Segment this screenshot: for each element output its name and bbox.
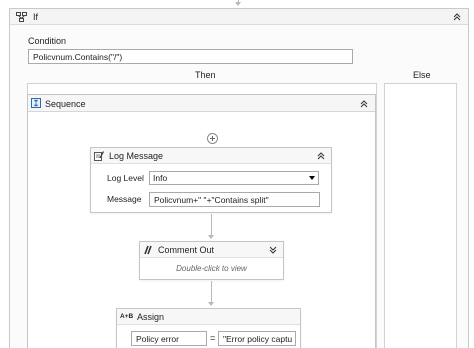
top-connector-arrow <box>235 2 241 6</box>
assign-equals-sign: = <box>210 333 216 343</box>
sequence-activity[interactable]: Sequence Log Message Log Level Info Mess… <box>27 94 376 348</box>
connector-line <box>211 281 212 303</box>
connector-arrow <box>208 302 214 306</box>
message-input[interactable]: Policvnum+" "+"Contains split" <box>149 192 320 207</box>
chevron-down-icon <box>309 176 315 180</box>
collapse-chevrons-up-icon[interactable] <box>359 99 369 109</box>
log-message-activity[interactable]: Log Message Log Level Info Message Polic… <box>90 147 332 213</box>
assign-activity[interactable]: A+B Assign Policy error = "Error policy … <box>116 308 301 348</box>
comment-out-title: Comment Out <box>158 245 215 255</box>
log-message-icon <box>94 151 104 161</box>
log-message-title: Log Message <box>109 151 164 161</box>
comment-out-icon <box>144 245 152 255</box>
sequence-header[interactable]: Sequence <box>28 95 375 112</box>
log-message-header[interactable]: Log Message <box>91 148 331 164</box>
sequence-icon <box>31 98 41 108</box>
then-label: Then <box>195 70 216 80</box>
assign-header[interactable]: A+B Assign <box>117 309 300 325</box>
if-branch-icon <box>16 12 27 22</box>
assign-to-input[interactable]: Policy error <box>131 331 207 346</box>
comment-out-hint: Double-click to view <box>176 264 247 273</box>
else-branch-drop-area[interactable] <box>384 83 457 348</box>
comment-out-activity[interactable]: Comment Out Double-click to view <box>139 241 284 280</box>
assign-title: Assign <box>137 312 165 322</box>
expand-chevrons-down-icon[interactable] <box>268 245 278 255</box>
if-title: If <box>33 12 39 22</box>
log-level-select[interactable]: Info <box>149 171 319 185</box>
condition-input[interactable]: Policvnum.Contains("/") <box>28 49 353 64</box>
if-activity[interactable]: If Condition Policvnum.Contains("/") The… <box>9 8 469 348</box>
log-level-label: Log Level <box>107 173 144 183</box>
collapse-chevrons-up-icon[interactable] <box>452 12 462 22</box>
add-activity-button[interactable] <box>207 133 218 144</box>
condition-label: Condition <box>28 36 67 46</box>
assign-icon: A+B <box>120 313 134 320</box>
connector-arrow <box>208 235 214 239</box>
assign-value-input[interactable]: "Error policy captu <box>218 331 296 346</box>
comment-out-header[interactable]: Comment Out <box>140 242 283 258</box>
collapse-chevrons-up-icon[interactable] <box>316 151 326 161</box>
log-level-value: Info <box>153 173 168 183</box>
else-label: Else <box>413 70 431 80</box>
connector-line <box>211 214 212 236</box>
if-header[interactable]: If <box>10 9 468 25</box>
sequence-title: Sequence <box>45 99 86 109</box>
message-label: Message <box>107 194 142 204</box>
